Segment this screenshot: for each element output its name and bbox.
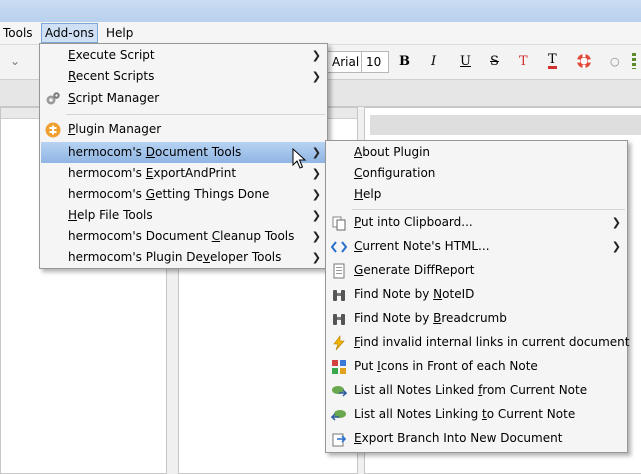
chevron-down-icon[interactable]: ⌄ [10,54,20,68]
lifebuoy-icon[interactable] [576,53,592,69]
chevron-right-icon: ❯ [311,209,321,222]
plugin-icon [45,122,61,138]
addons-menu: Execute Script ❯ Recent Scripts ❯ Script… [39,43,328,269]
menu-item-document-tools[interactable]: hermocom's Document Tools ❯ [41,142,326,163]
menu-separator [352,209,625,210]
link-arrow-icon [332,386,347,397]
strikethrough-button[interactable]: S [490,54,499,69]
menu-item-label: Find invalid internal links in current d… [354,335,630,349]
menu-item-label: Find Note by NoteID [354,287,475,301]
menu-item-label: hermocom's Plugin Developer Tools [68,250,282,264]
menu-item-label: About Plugin [354,145,431,159]
menu-item-label: Plugin Manager [68,122,162,136]
submenu-item-find-note-by-breadcrumb[interactable]: Find Note by Breadcrumb [327,308,626,329]
chevron-right-icon: ❯ [611,216,621,229]
menubar: Tools Add-ons Help [0,22,641,45]
chevron-right-icon: ❯ [311,251,321,264]
menu-item-label: Generate DiffReport [354,263,475,277]
submenu-item-about-plugin[interactable]: About Plugin [327,142,626,163]
menu-item-plugin-developer-tools[interactable]: hermocom's Plugin Developer Tools ❯ [41,247,326,268]
submenu-item-export-branch[interactable]: Export Branch Into New Document [327,428,626,449]
submenu-item-help[interactable]: Help [327,184,626,205]
menu-item-label: hermocom's Getting Things Done [68,187,270,201]
submenu-item-find-note-by-noteid[interactable]: Find Note by NoteID [327,284,626,305]
menu-item-label: Script Manager [68,91,160,105]
menu-item-label: Execute Script [68,48,155,62]
menu-item-label: Recent Scripts [68,69,155,83]
binoculars-icon [333,290,345,301]
submenu-item-put-into-clipboard[interactable]: Put into Clipboard... ❯ [327,212,626,233]
menu-tools[interactable]: Tools [0,25,36,41]
document-tools-submenu: About Plugin Configuration Help Put into… [325,140,630,453]
chevron-right-icon: ❯ [311,49,321,62]
link-arrow-icon [331,410,346,421]
font-name-value: Arial [332,55,360,69]
menu-item-label: Help [354,187,382,201]
menu-item-label: hermocom's ExportAndPrint [68,166,237,180]
menu-addons-label: Add-ons [45,26,94,40]
chevron-right-icon: ❯ [311,70,321,83]
menu-item-label: Current Note's HTML... [354,239,490,253]
menu-help-label: Help [106,26,134,40]
menu-separator [66,114,325,115]
clipboard-copy-icon [332,216,346,231]
window-titlebar [0,0,641,22]
overflow-grip-icon[interactable] [632,53,636,69]
menu-item-label: hermocom's Document Tools [68,145,242,159]
menu-item-label: Help File Tools [68,208,153,222]
menu-item-script-manager[interactable]: Script Manager [41,88,326,109]
code-brackets-icon [331,241,347,253]
lightning-icon [333,335,345,351]
menu-item-label: List all Notes Linking to Current Note [354,407,576,421]
menu-item-document-cleanup-tools[interactable]: hermocom's Document Cleanup Tools ❯ [41,226,326,247]
submenu-item-find-invalid-links[interactable]: Find invalid internal links in current d… [327,332,630,353]
menu-item-execute-script[interactable]: Execute Script ❯ [41,45,326,66]
submenu-item-generate-diffreport[interactable]: Generate DiffReport [327,260,626,281]
menu-item-label: Configuration [354,166,436,180]
submenu-item-notes-linking-to[interactable]: List all Notes Linking to Current Note [327,404,626,425]
menu-item-help-file-tools[interactable]: Help File Tools ❯ [41,205,326,226]
editor-pane-header [370,115,641,135]
mouse-pointer-icon [292,148,307,169]
menu-item-label: List all Notes Linked from Current Note [354,383,588,397]
font-color-button[interactable]: T [519,54,528,69]
italic-button[interactable]: I [431,54,436,69]
submenu-item-configuration[interactable]: Configuration [327,163,626,184]
menu-item-label: Put into Clipboard... [354,215,473,229]
chevron-right-icon: ❯ [311,146,321,159]
menu-item-export-and-print[interactable]: hermocom's ExportAndPrint ❯ [41,163,326,184]
chevron-right-icon: ❯ [311,230,321,243]
menu-addons[interactable]: Add-ons [41,23,98,43]
highlight-color-button[interactable]: T [548,53,557,69]
circle-icon[interactable]: ○ [610,55,620,68]
submenu-item-notes-linked-from[interactable]: List all Notes Linked from Current Note [327,380,626,401]
submenu-item-current-note-html[interactable]: Current Note's HTML... ❯ [327,236,626,257]
export-document-icon [332,433,347,447]
menu-help[interactable]: Help [103,25,136,41]
menu-item-label: Export Branch Into New Document [354,431,563,445]
menu-item-getting-things-done[interactable]: hermocom's Getting Things Done ❯ [41,184,326,205]
font-size-select[interactable]: 10 [361,51,389,73]
menu-tools-label: Tools [3,26,33,40]
submenu-item-put-icons[interactable]: Put Icons in Front of each Note [327,356,626,377]
menu-item-label: hermocom's Document Cleanup Tools [68,229,295,243]
menu-item-label: Put Icons in Front of each Note [354,359,538,373]
binoculars-icon [333,314,345,325]
menu-item-plugin-manager[interactable]: Plugin Manager [41,119,326,140]
icons-grid-icon [332,360,346,374]
bold-button[interactable]: B [399,54,410,69]
document-diff-icon [333,263,345,279]
font-size-value: 10 [366,55,382,69]
chevron-right-icon: ❯ [311,167,321,180]
gears-icon [46,92,60,105]
chevron-right-icon: ❯ [311,188,321,201]
menu-item-label: Find Note by Breadcrumb [354,311,507,325]
underline-button[interactable]: U [460,54,471,69]
menu-item-recent-scripts[interactable]: Recent Scripts ❯ [41,66,326,87]
chevron-right-icon: ❯ [611,240,621,253]
